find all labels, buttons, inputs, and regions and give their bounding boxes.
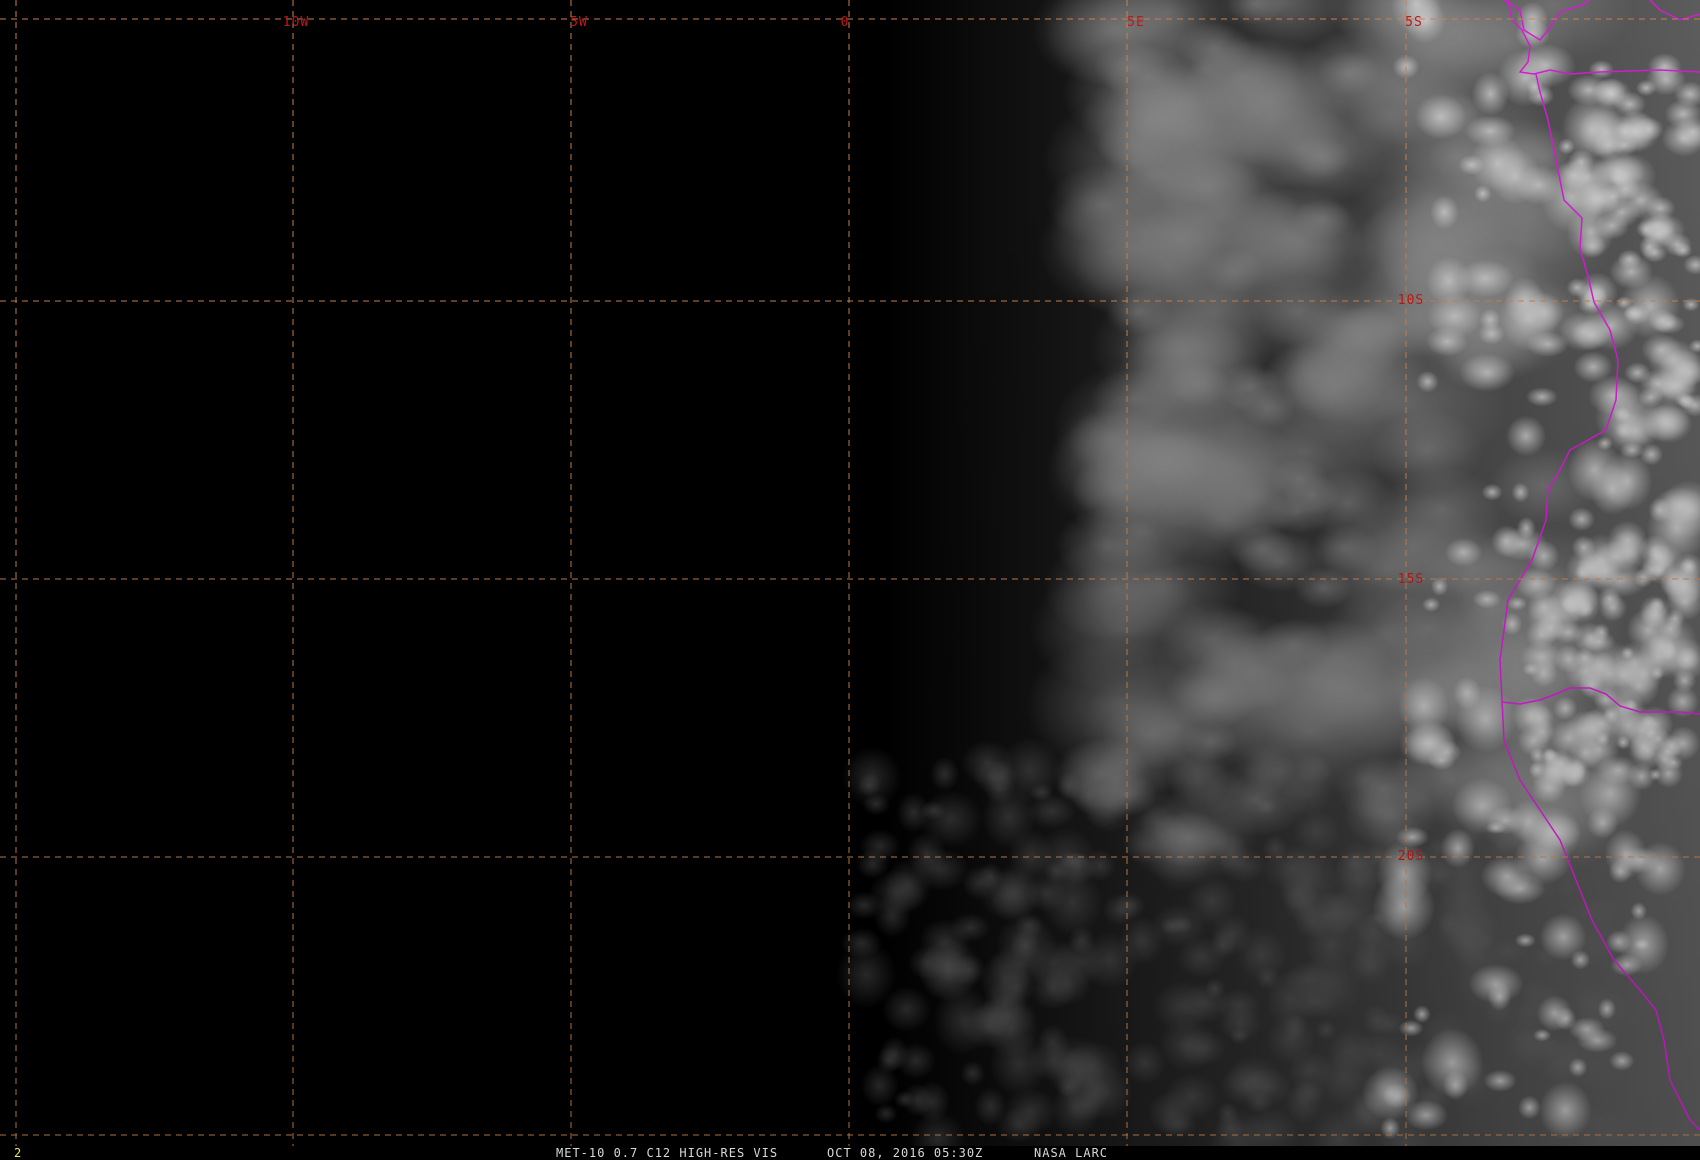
source-label: NASA LARC — [1034, 1146, 1109, 1160]
frame-number: 2 — [14, 1146, 23, 1160]
satellite-map: 10W5W05E5S10S15S20S — [0, 0, 1700, 1146]
vignette — [0, 0, 1700, 1146]
satellite-image-viewer: 10W5W05E5S10S15S20S 2 MET-10 0.7 C12 HIG… — [0, 0, 1700, 1160]
status-bar: 2 MET-10 0.7 C12 HIGH-RES VIS OCT 08, 20… — [0, 1146, 1700, 1160]
timestamp: OCT 08, 2016 05:30Z — [827, 1146, 984, 1160]
product-label: MET-10 0.7 C12 HIGH-RES VIS — [556, 1146, 779, 1160]
